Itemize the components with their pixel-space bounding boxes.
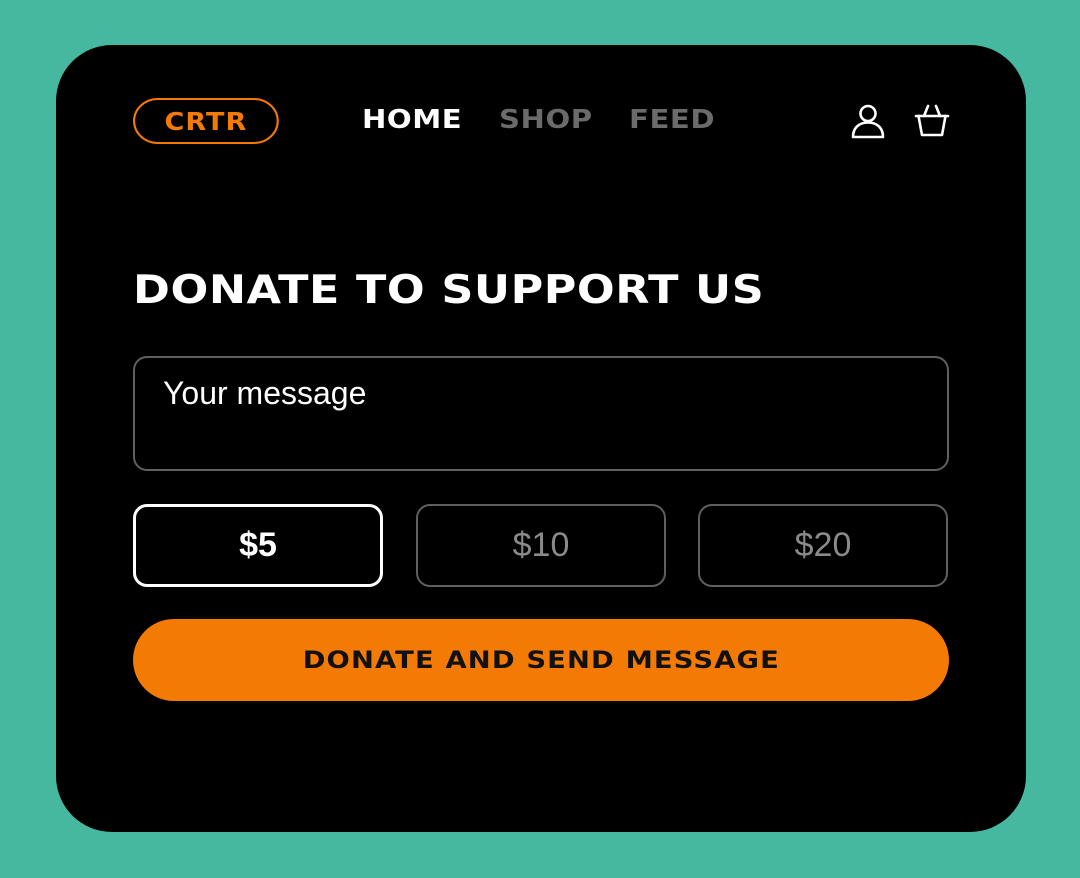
message-input[interactable]: [135, 358, 947, 469]
message-field[interactable]: [133, 356, 949, 471]
amount-option-5[interactable]: $5: [133, 504, 383, 587]
logo[interactable]: CRTR: [133, 98, 279, 144]
amount-option-20[interactable]: $20: [698, 504, 948, 587]
donate-button-label: DONATE AND SEND MESSAGE: [302, 646, 780, 674]
nav-feed[interactable]: FEED: [629, 103, 715, 137]
page-title: DONATE TO SUPPORT US: [133, 268, 765, 313]
donate-button[interactable]: DONATE AND SEND MESSAGE: [133, 619, 949, 701]
user-icon[interactable]: [850, 103, 886, 139]
nav-shop[interactable]: SHOP: [499, 103, 593, 137]
amount-option-10[interactable]: $10: [416, 504, 666, 587]
basket-icon[interactable]: [914, 103, 950, 139]
nav-home[interactable]: HOME: [362, 103, 462, 137]
